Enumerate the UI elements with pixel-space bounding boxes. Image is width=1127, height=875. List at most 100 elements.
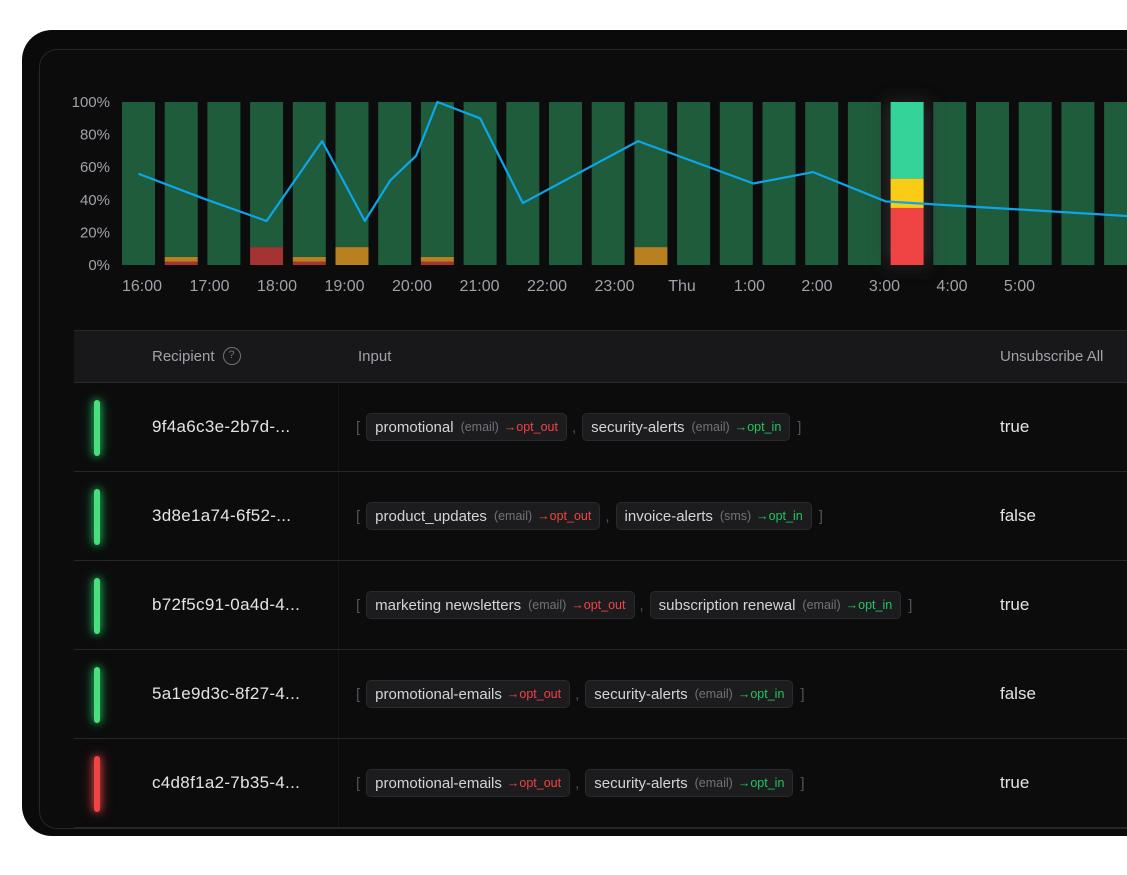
separator-comma: , bbox=[605, 507, 610, 525]
input-cell: [promotional (email) →opt_out, security-ale… bbox=[356, 383, 801, 471]
table-row[interactable]: 5a1e9d3c-8f27-4... [promotional-emails →op… bbox=[74, 650, 1127, 739]
table-row[interactable]: 3d8e1a74-6f52-... [ product_updates (email)… bbox=[74, 472, 1127, 561]
bar-success bbox=[591, 102, 625, 265]
topic-name: security-alerts bbox=[594, 774, 688, 792]
topic-name: subscription renewal bbox=[658, 596, 796, 614]
x-tick-label: Thu bbox=[668, 278, 696, 295]
panel: 100% 80% 60% 40% 20% 0% 16:00 17:00 18:00 19:00 20… bbox=[39, 49, 1127, 829]
channel-label: (sms) bbox=[719, 509, 752, 523]
table-row[interactable]: 9f4a6c3e-2b7d-... [ promotional (email) →opt… bbox=[74, 383, 1127, 472]
column-divider bbox=[338, 650, 339, 738]
status-indicator bbox=[94, 489, 100, 545]
topic-chip[interactable]: promotional-emails →opt_out bbox=[366, 680, 571, 708]
y-tick-label: 20% bbox=[80, 224, 110, 241]
x-tick-label: 16:00 bbox=[122, 278, 162, 295]
topic-name: promotional-emails bbox=[375, 774, 502, 792]
bar-warning bbox=[634, 247, 668, 265]
topic-chip[interactable]: marketing newsletters (email) →opt_out bbox=[366, 591, 635, 619]
header-recipient-label: Recipient bbox=[152, 348, 215, 365]
help-icon[interactable]: ? bbox=[222, 347, 241, 366]
bar-success bbox=[1061, 102, 1095, 265]
column-divider bbox=[338, 561, 339, 649]
x-tick-label: 23:00 bbox=[594, 278, 634, 295]
input-cell: [ product_updates (email) →opt_out, invoice-… bbox=[356, 472, 823, 560]
bar-success bbox=[1018, 102, 1052, 265]
close-bracket: ] bbox=[797, 418, 802, 436]
bar-warning bbox=[335, 247, 369, 265]
recipient-id: b72f5c91-0a4d-4... bbox=[152, 595, 301, 614]
bar-error bbox=[292, 261, 326, 265]
topic-name: promotional bbox=[375, 418, 454, 436]
close-bracket: ] bbox=[800, 774, 805, 792]
y-tick-label: 100% bbox=[72, 94, 110, 111]
topic-chip[interactable]: invoice-alerts (sms) →opt_in bbox=[615, 502, 812, 530]
table-row[interactable]: b72f5c91-0a4d-4... [marketing newsletters… bbox=[74, 561, 1127, 650]
preference-change: →opt_in bbox=[734, 420, 782, 434]
channel-label: (email) bbox=[528, 598, 567, 612]
topic-chip[interactable]: security-alerts (email) →opt_in bbox=[585, 680, 794, 708]
app-frame: 100% 80% 60% 40% 20% 0% 16:00 17:00 18:00 19:00 20… bbox=[22, 30, 1127, 836]
bar-success bbox=[805, 102, 839, 265]
x-tick-label: 5:00 bbox=[1004, 278, 1035, 295]
bar-success bbox=[207, 102, 241, 265]
unsubscribe-all-value: false bbox=[1000, 684, 1036, 703]
bar-success bbox=[1104, 102, 1127, 265]
bar-error bbox=[164, 261, 198, 265]
preference-change: →opt_in bbox=[737, 687, 785, 701]
recipients-table: Recipient? Input Unsubscribe All 9f4a6c3… bbox=[74, 330, 1127, 828]
bar-highlight-red bbox=[890, 207, 924, 265]
topic-chip[interactable]: security-alerts (email) →opt_in bbox=[585, 769, 794, 797]
bar-success bbox=[250, 102, 284, 248]
topic-chip[interactable]: promotional (email) →opt_out bbox=[366, 413, 567, 441]
status-indicator bbox=[94, 667, 100, 723]
status-chart: 100% 80% 60% 40% 20% 0% 16:00 17:00 18:00 19:00 20… bbox=[72, 94, 1127, 295]
recipient-id: 9f4a6c3e-2b7d-... bbox=[152, 417, 291, 436]
topic-name: security-alerts bbox=[594, 685, 688, 703]
input-cell: [marketing newsletters (email) →opt_out, su… bbox=[356, 561, 912, 649]
column-divider bbox=[338, 383, 339, 471]
bar-error bbox=[420, 261, 454, 265]
status-indicator bbox=[94, 400, 100, 456]
topic-chip[interactable]: subscription renewal (email) →opt_in bbox=[649, 591, 902, 619]
x-tick-label: 20:00 bbox=[392, 278, 432, 295]
table-body: 9f4a6c3e-2b7d-... [promotional (email) →opt… bbox=[74, 383, 1127, 828]
status-indicator bbox=[94, 578, 100, 634]
bar-success bbox=[549, 102, 582, 265]
table-header: Recipient? Input Unsubscribe All bbox=[74, 330, 1127, 383]
open-bracket: [ bbox=[356, 418, 361, 436]
y-tick-label: 40% bbox=[80, 192, 110, 209]
unsubscribe-all-value: true bbox=[1000, 417, 1030, 436]
y-tick-label: 80% bbox=[80, 127, 110, 144]
bar-success bbox=[847, 102, 881, 265]
preference-change: →opt_in bbox=[845, 598, 893, 612]
column-divider bbox=[338, 739, 339, 827]
topic-name: security-alerts bbox=[591, 418, 685, 436]
bar-success bbox=[292, 102, 326, 257]
bar-success bbox=[420, 102, 454, 257]
input-cell: [ promotional-emails →opt_out, security-ale… bbox=[356, 739, 805, 827]
bar-success bbox=[463, 102, 497, 265]
x-tick-label: 4:00 bbox=[936, 278, 967, 295]
open-bracket: [ bbox=[356, 774, 361, 792]
x-tick-label: 19:00 bbox=[324, 278, 364, 295]
preference-change: →opt_out bbox=[503, 420, 558, 434]
preference-change: →opt_out bbox=[506, 687, 562, 701]
recipient-id: c4d8f1a2-7b35-4... bbox=[152, 773, 301, 792]
topic-name: product_updates bbox=[375, 507, 487, 525]
bar-success bbox=[677, 102, 711, 265]
table-row[interactable]: c4d8f1a2-7b35-4... [ promotional-emails →op… bbox=[74, 739, 1127, 828]
bar-success bbox=[976, 102, 1009, 265]
separator-comma: , bbox=[575, 774, 580, 792]
recipient-id: 3d8e1a74-6f52-... bbox=[152, 506, 292, 525]
topic-chip[interactable]: product_updates (email) →opt_out bbox=[366, 502, 601, 530]
preference-change: →opt_out bbox=[537, 509, 592, 523]
header-recipient[interactable]: Recipient? bbox=[152, 331, 241, 383]
topic-chip[interactable]: promotional-emails →opt_out bbox=[366, 769, 571, 797]
separator-comma: , bbox=[639, 596, 644, 614]
channel-label: (email) bbox=[802, 598, 841, 612]
topic-chip[interactable]: security-alerts (email) →opt_in bbox=[582, 413, 791, 441]
x-tick-label: 1:00 bbox=[734, 278, 765, 295]
open-bracket: [ bbox=[356, 507, 361, 525]
topic-name: marketing newsletters bbox=[375, 596, 522, 614]
x-tick-label: 21:00 bbox=[459, 278, 499, 295]
